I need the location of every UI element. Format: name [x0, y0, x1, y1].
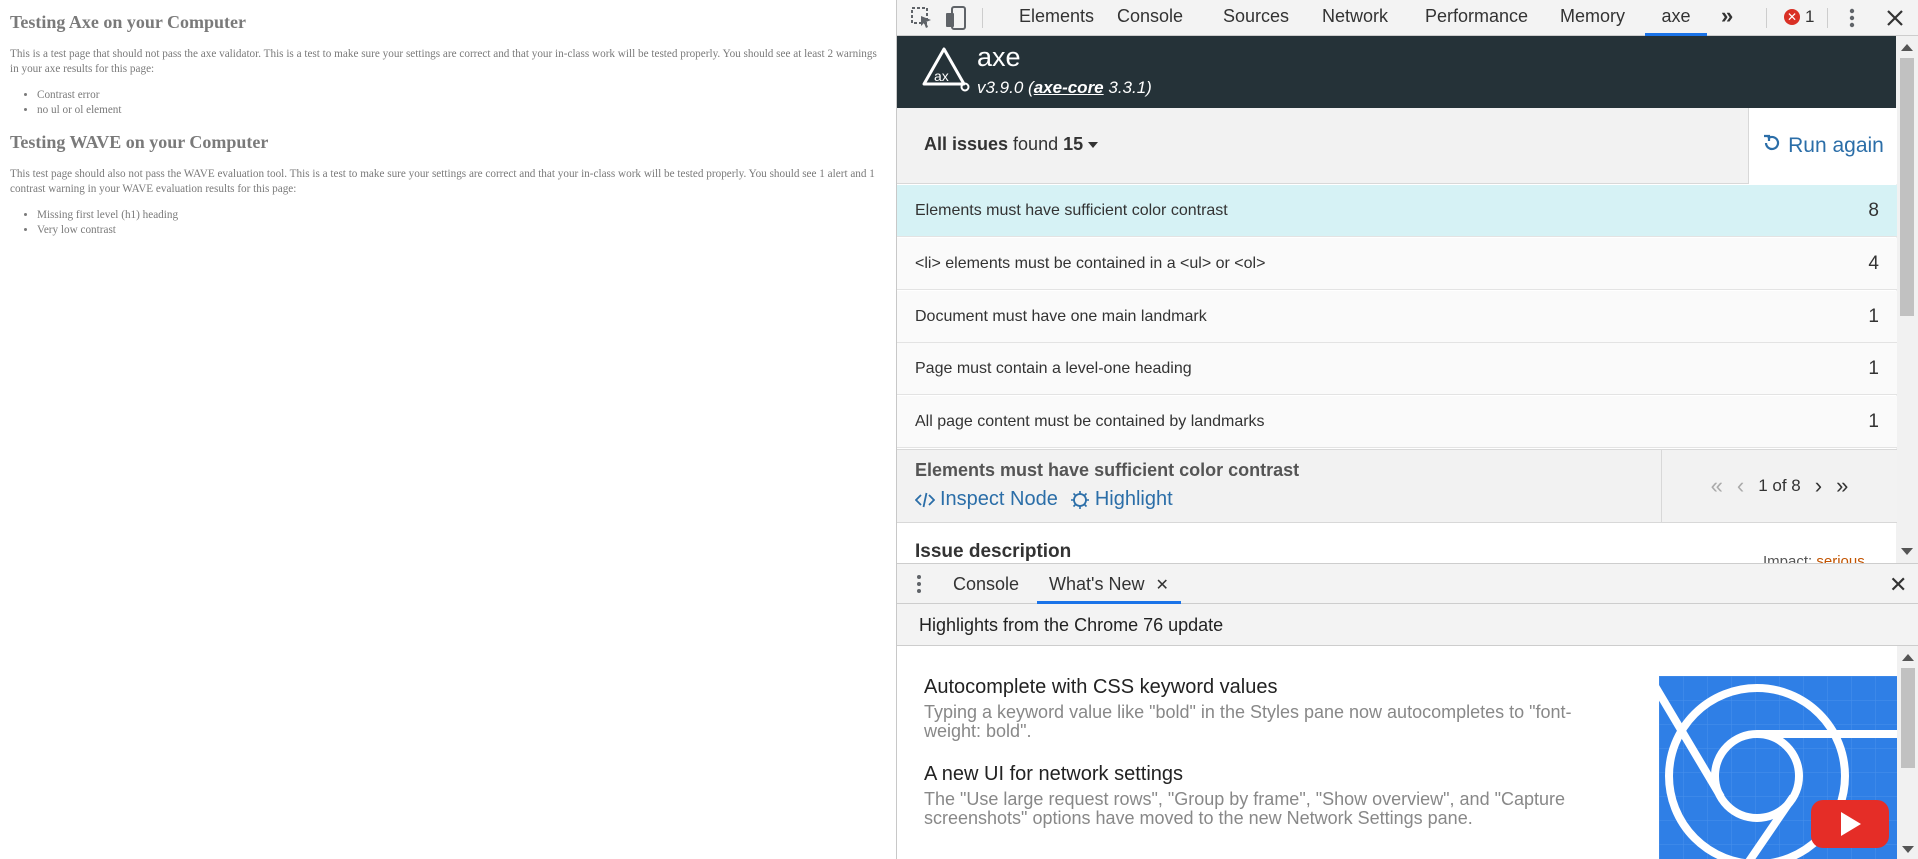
issue-row-level-one-heading[interactable]: Page must contain a level-one heading 1: [897, 343, 1897, 395]
axe-panel-scrollbar[interactable]: [1896, 36, 1918, 563]
drawer-tab-bar: Console What's New ✕ ✕: [897, 564, 1918, 604]
whats-new-content: Autocomplete with CSS keyword values Typ…: [897, 646, 1897, 859]
issue-row-list-items[interactable]: <li> elements must be contained in a <ul…: [897, 238, 1897, 290]
refresh-icon: [1762, 133, 1782, 159]
chevron-down-icon: [1088, 142, 1099, 149]
last-page-icon[interactable]: »: [1836, 473, 1848, 499]
list-item: no ul or ol element: [37, 103, 886, 118]
whats-new-scrollbar[interactable]: [1897, 646, 1918, 859]
issue-label: Page must contain a level-one heading: [915, 359, 1192, 377]
highlight-icon: [1070, 490, 1090, 510]
device-toolbar-icon[interactable]: [943, 5, 969, 31]
list-item: Missing first level (h1) heading: [37, 208, 886, 223]
issue-count: 4: [1868, 252, 1879, 274]
issues-summary-bar: All issues found 15 Run again: [897, 108, 1897, 184]
inspect-node-button[interactable]: Inspect Node: [915, 488, 1058, 511]
highlights-banner: Highlights from the Chrome 76 update: [897, 604, 1918, 646]
axe-core-link[interactable]: axe-core: [1034, 78, 1104, 97]
heading-testing-wave: Testing WAVE on your Computer: [10, 132, 269, 152]
issue-row-main-landmark[interactable]: Document must have one main landmark 1: [897, 291, 1897, 343]
tab-sources[interactable]: Sources: [1223, 0, 1289, 36]
error-icon: ✕: [1784, 9, 1800, 25]
issue-detail-header: Elements must have sufficient color cont…: [897, 449, 1897, 523]
first-page-icon[interactable]: «: [1711, 473, 1723, 499]
issue-label: Document must have one main landmark: [915, 307, 1207, 325]
issue-count: 1: [1868, 357, 1879, 379]
pager-position: 1 of 8: [1758, 476, 1801, 495]
code-icon: [915, 492, 935, 508]
list-item[interactable]: Autocomplete with CSS keyword values Typ…: [924, 676, 1604, 741]
feature-text: Typing a keyword value like "bold" in th…: [924, 702, 1572, 741]
feature-title: Autocomplete with CSS keyword values: [924, 676, 1278, 698]
axe-header: ax axe v3.9.0 (axe-core 3.3.1): [897, 36, 1897, 108]
issues-filter-dropdown[interactable]: All issues found 15: [924, 134, 1099, 155]
highlight-button[interactable]: Highlight: [1070, 488, 1173, 511]
axe-title: axe: [977, 42, 1021, 72]
list-item: Very low contrast: [37, 223, 886, 238]
test-page: Testing Axe on your Computer This is a t…: [0, 0, 896, 859]
next-page-icon[interactable]: ›: [1815, 473, 1822, 499]
drawer-tab-console[interactable]: Console: [953, 564, 1019, 604]
issue-count: 1: [1868, 410, 1879, 432]
axe-logo-icon: ax: [922, 46, 970, 92]
issue-row-landmarks[interactable]: All page content must be contained by la…: [897, 396, 1897, 448]
list-item[interactable]: A new UI for network settings The "Use l…: [924, 763, 1604, 828]
result-pager: « ‹ 1 of 8 › »: [1661, 450, 1897, 522]
error-counter[interactable]: ✕ 1: [1784, 5, 1814, 29]
feature-title: A new UI for network settings: [924, 763, 1184, 785]
tab-console[interactable]: Console: [1117, 0, 1183, 36]
axe-intro-paragraph: This is a test page that should not pass…: [10, 48, 877, 75]
issue-label: All page content must be contained by la…: [915, 412, 1265, 430]
tab-memory[interactable]: Memory: [1560, 0, 1625, 36]
previous-page-icon[interactable]: ‹: [1737, 473, 1744, 499]
devtools-tab-bar: Elements Console Sources Network Perform…: [897, 0, 1918, 36]
axe-warnings-list: Contrast error no ul or ol element: [27, 88, 886, 118]
drawer-menu-icon[interactable]: [915, 572, 923, 601]
close-tab-icon[interactable]: ✕: [1155, 577, 1168, 594]
wave-warnings-list: Missing first level (h1) heading Very lo…: [27, 208, 886, 238]
devtools-drawer: Console What's New ✕ ✕ Highlights from t…: [897, 563, 1918, 859]
tab-performance[interactable]: Performance: [1425, 0, 1528, 36]
heading-testing-axe: Testing Axe on your Computer: [10, 12, 247, 32]
chrome-video-thumbnail[interactable]: [1659, 676, 1897, 859]
devtools-panel: Elements Console Sources Network Perform…: [896, 0, 1918, 859]
tab-network[interactable]: Network: [1322, 0, 1388, 36]
feature-text: The "Use large request rows", "Group by …: [924, 789, 1566, 828]
detail-title: Elements must have sufficient color cont…: [915, 460, 1300, 480]
issue-row-color-contrast[interactable]: Elements must have sufficient color cont…: [897, 185, 1897, 237]
axe-version: v3.9.0 (axe-core 3.3.1): [977, 78, 1152, 97]
tab-elements[interactable]: Elements: [1019, 0, 1094, 36]
issue-label: <li> elements must be contained in a <ul…: [915, 254, 1266, 272]
svg-text:ax: ax: [934, 68, 949, 84]
more-vertical-icon[interactable]: [1839, 5, 1865, 31]
issue-description-heading: Issue description: [915, 541, 1072, 562]
drawer-close-icon[interactable]: ✕: [1889, 572, 1907, 598]
run-again-button[interactable]: Run again: [1748, 108, 1897, 184]
issue-count: 8: [1868, 199, 1879, 221]
close-icon[interactable]: [1882, 5, 1908, 31]
tab-axe[interactable]: axe: [1645, 0, 1707, 36]
inspect-element-icon[interactable]: [909, 5, 935, 31]
issue-count: 1: [1868, 305, 1879, 327]
wave-intro-paragraph: This test page should also not pass the …: [10, 168, 875, 195]
list-item: Contrast error: [37, 88, 886, 103]
issue-label: Elements must have sufficient color cont…: [915, 201, 1228, 219]
error-count: 1: [1805, 7, 1815, 26]
more-tabs-icon[interactable]: »: [1721, 0, 1733, 36]
drawer-tab-whats-new[interactable]: What's New ✕: [1037, 564, 1181, 604]
